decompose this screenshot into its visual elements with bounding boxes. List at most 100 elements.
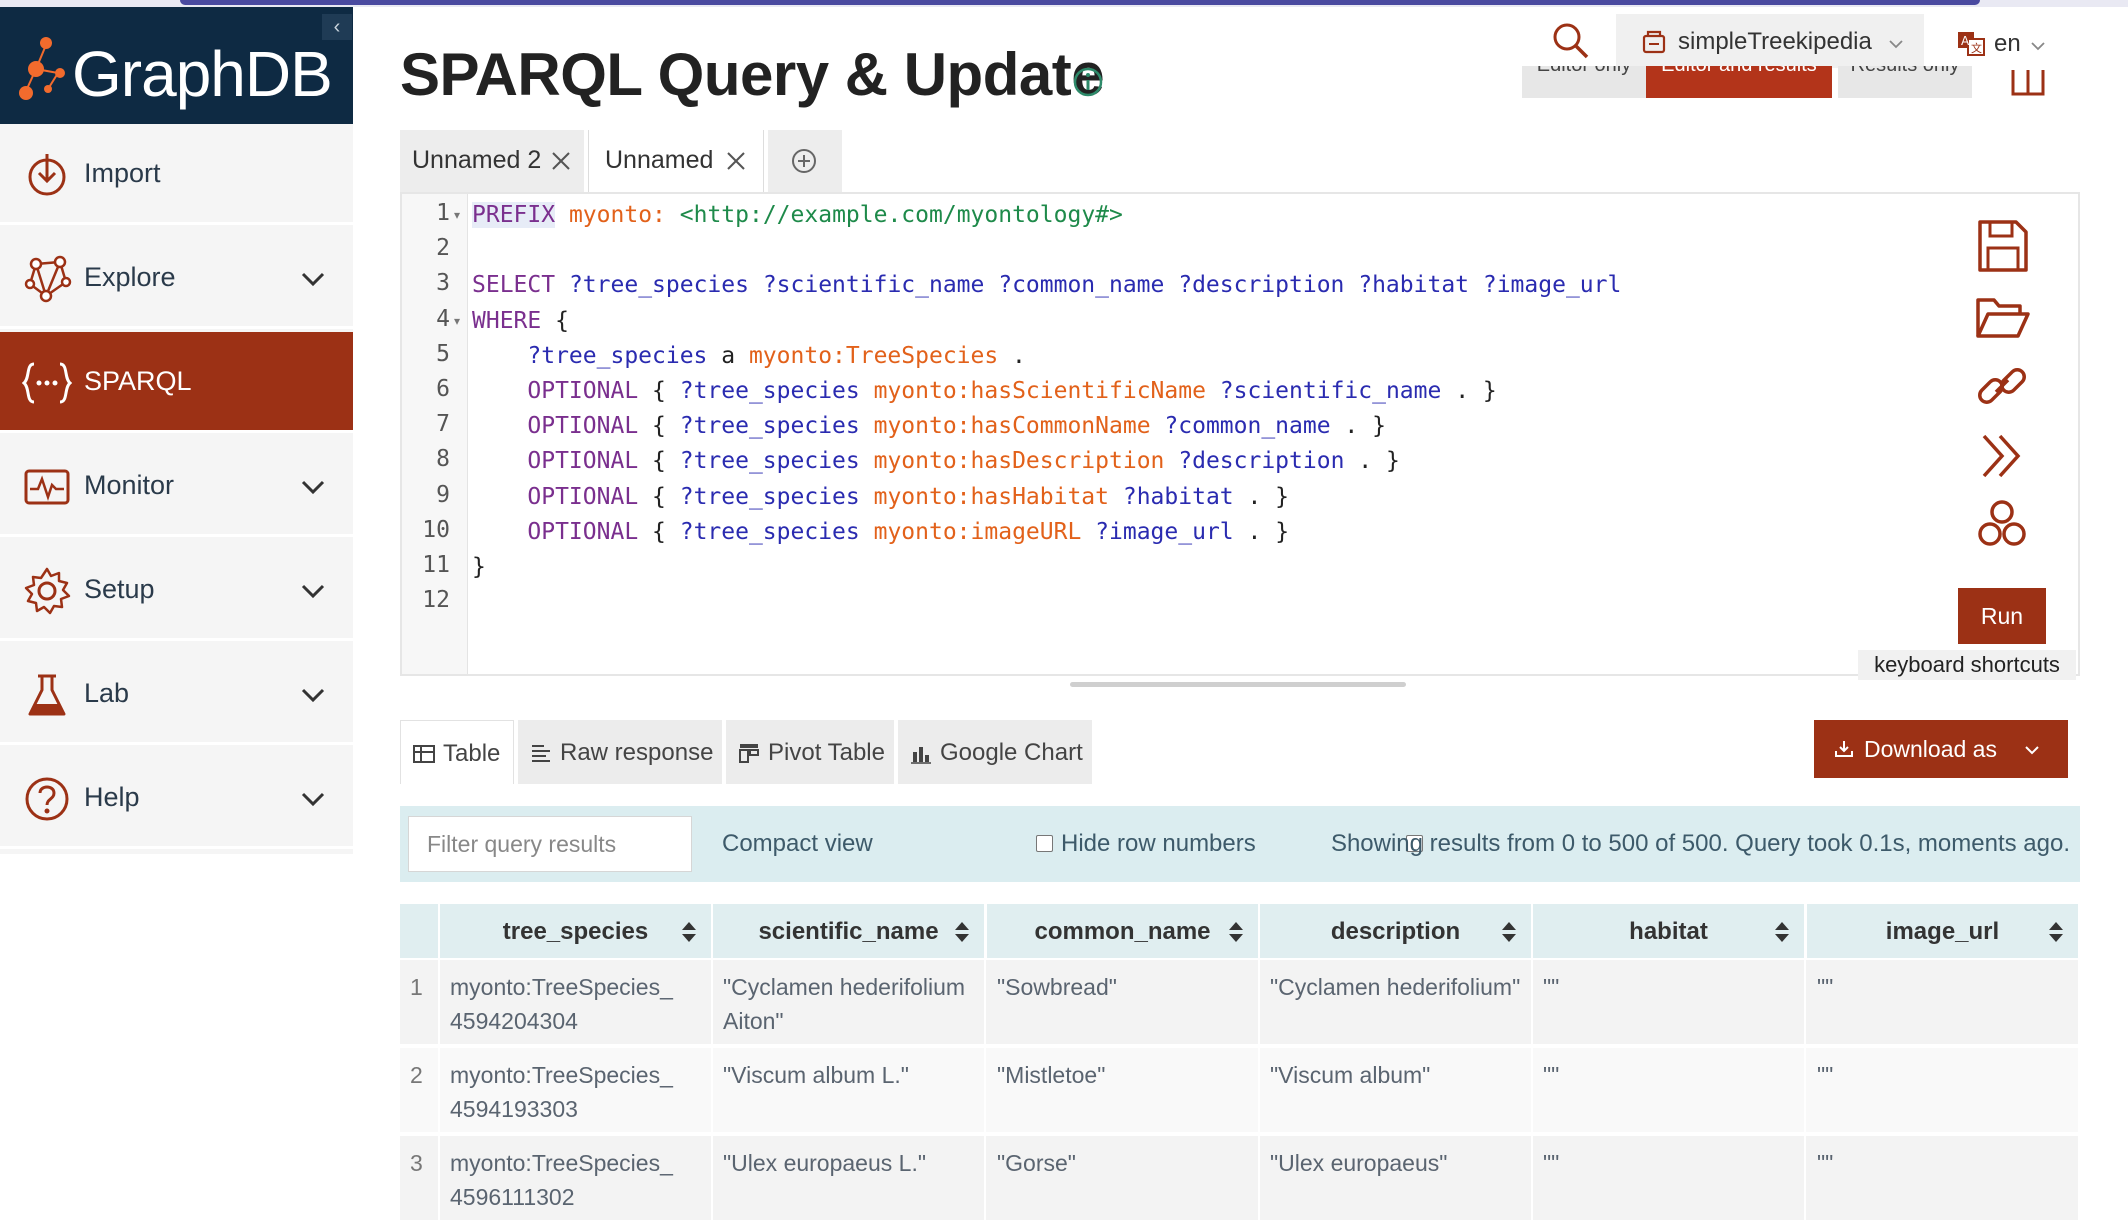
table-cell-description: "Ulex europaeus" bbox=[1260, 1136, 1533, 1222]
code-line[interactable]: SELECT ?tree_species ?scientific_name ?c… bbox=[472, 268, 1621, 303]
table-row[interactable]: 2 myonto:TreeSpecies_ 4594193303 "Viscum a… bbox=[400, 1048, 2080, 1134]
code-token: OPTIONAL bbox=[527, 483, 639, 510]
code-token: { bbox=[638, 378, 680, 404]
code-line[interactable]: PREFIX myonto: <http://example.com/myont… bbox=[472, 198, 1123, 233]
sidebar-item-explore[interactable]: Explore bbox=[0, 228, 353, 329]
code-token: . } bbox=[1233, 518, 1290, 545]
table-row[interactable]: 3 myonto:TreeSpecies_ 4596111302 "Ulex eur… bbox=[400, 1136, 2080, 1222]
code-line[interactable]: OPTIONAL { ?tree_species myonto:hasScien… bbox=[472, 374, 1497, 409]
sort-icon[interactable] bbox=[1228, 921, 1244, 943]
sidebar-item-sparql[interactable]: SPARQL bbox=[0, 332, 353, 433]
table-cell-scientific-name: "Ulex europaeus L." bbox=[713, 1136, 986, 1222]
brand-header[interactable]: GraphDB bbox=[0, 7, 353, 124]
tab-google-chart[interactable]: Google Chart bbox=[898, 720, 1092, 784]
collapse-sidebar-button[interactable]: ‹ bbox=[322, 14, 352, 40]
tab-table[interactable]: Table bbox=[400, 720, 514, 784]
fold-toggle-icon[interactable]: ▾ bbox=[454, 314, 460, 328]
column-header-tree-species[interactable]: tree_species bbox=[440, 904, 713, 958]
code-token: . bbox=[998, 342, 1026, 369]
close-icon[interactable] bbox=[725, 150, 747, 172]
toggle-label: Editor and results bbox=[1646, 66, 1832, 77]
repository-selector[interactable]: simpleTreekipedia bbox=[1616, 14, 1924, 68]
line-number: 1 bbox=[436, 200, 450, 226]
tab-pivot-table[interactable]: Pivot Table bbox=[726, 720, 894, 784]
sidebar-item-import[interactable]: Import bbox=[0, 124, 353, 225]
code-line[interactable]: WHERE { bbox=[472, 304, 569, 339]
table-cell-habitat: "" bbox=[1533, 960, 1806, 1046]
filter-query-results-input[interactable] bbox=[408, 816, 692, 872]
column-header-habitat[interactable]: habitat bbox=[1533, 904, 1806, 958]
info-icon[interactable] bbox=[1072, 66, 1104, 98]
line-number: 10 bbox=[422, 516, 450, 543]
keyboard-shortcuts-link[interactable]: keyboard shortcuts bbox=[1858, 650, 2076, 680]
svg-text:文: 文 bbox=[1971, 41, 1982, 55]
code-line[interactable]: ?tree_species a myonto:TreeSpecies . bbox=[472, 339, 1026, 374]
column-header-image-url[interactable]: image_url bbox=[1807, 904, 2080, 958]
compact-view-checkbox[interactable] bbox=[1036, 835, 1053, 852]
sort-icon[interactable] bbox=[2048, 921, 2064, 943]
search-icon[interactable] bbox=[1550, 20, 1590, 60]
sidebar-item-lab[interactable]: Lab bbox=[0, 644, 353, 745]
results-table: tree_species scientific_name common_name de… bbox=[400, 904, 2080, 1226]
editor-only-toggle[interactable]: Editor only bbox=[1522, 66, 1646, 98]
tab-label: Google Chart bbox=[940, 739, 1083, 766]
code-token: ?tree_species ?scientific_name ?common_n… bbox=[568, 272, 1622, 299]
chevrons-right-icon[interactable] bbox=[1972, 426, 2032, 486]
code-line[interactable]: OPTIONAL { ?tree_species myonto:hasCommo… bbox=[472, 409, 1386, 444]
tab-raw-response[interactable]: Raw response bbox=[518, 720, 722, 784]
sort-icon[interactable] bbox=[1501, 921, 1517, 943]
bar-chart-icon bbox=[911, 747, 931, 764]
code-token: . } bbox=[1441, 378, 1497, 404]
editor-and-results-toggle[interactable]: Editor and results bbox=[1646, 66, 1832, 98]
results-only-toggle[interactable]: Results only bbox=[1838, 66, 1972, 98]
sidebar-item-label: Import bbox=[84, 158, 161, 188]
sidebar-item-monitor[interactable]: Monitor bbox=[0, 436, 353, 537]
folder-open-icon[interactable] bbox=[1972, 288, 2032, 348]
column-header-common-name[interactable]: common_name bbox=[987, 904, 1260, 958]
table-cell-tree-species[interactable]: myonto:TreeSpecies_ 4596111302 bbox=[440, 1136, 713, 1222]
close-icon[interactable] bbox=[550, 150, 572, 172]
column-header-description[interactable]: description bbox=[1260, 904, 1533, 958]
sort-icon[interactable] bbox=[681, 921, 697, 943]
table-cell-tree-species[interactable]: myonto:TreeSpecies_ 4594193303 bbox=[440, 1048, 713, 1134]
line-number: 11 bbox=[422, 552, 450, 578]
table-row[interactable]: 1 myonto:TreeSpecies_ 4594204304 "Cyclamen… bbox=[400, 960, 2080, 1046]
results-status-text: Showing results from 0 to 500 of 500. Qu… bbox=[1330, 830, 2070, 857]
sparql-editor[interactable]: 1 ▾ 2 3 4 ▾ 5 6 7 8 9 10 11 12 PREFIX myonto: <http:/… bbox=[400, 192, 2080, 676]
fold-toggle-icon[interactable]: ▾ bbox=[454, 208, 460, 222]
sidebar-item-setup[interactable]: Setup bbox=[0, 540, 353, 641]
code-token: { bbox=[638, 518, 680, 545]
save-icon[interactable] bbox=[1972, 216, 2032, 276]
chevron-down-icon bbox=[301, 688, 325, 703]
sidebar-item-help[interactable]: Help bbox=[0, 748, 353, 849]
row-number: 3 bbox=[400, 1136, 440, 1222]
language-code: en bbox=[1994, 30, 2021, 57]
code-line[interactable]: OPTIONAL { ?tree_species myonto:hasHabit… bbox=[472, 480, 1289, 515]
add-query-tab-button[interactable] bbox=[768, 130, 842, 192]
circles-icon[interactable] bbox=[1972, 494, 2032, 554]
code-line[interactable]: OPTIONAL { ?tree_species myonto:imageURL… bbox=[472, 515, 1289, 550]
sort-icon[interactable] bbox=[954, 921, 970, 943]
graphdb-logo-icon bbox=[19, 37, 65, 100]
sort-icon[interactable] bbox=[1774, 921, 1790, 943]
query-tab-unnamed[interactable]: Unnamed bbox=[588, 130, 764, 192]
editor-resize-handle[interactable] bbox=[1070, 682, 1406, 687]
column-header-scientific-name[interactable]: scientific_name bbox=[713, 904, 986, 958]
download-as-button[interactable]: Download as bbox=[1814, 720, 2068, 778]
repository-icon bbox=[1642, 30, 1666, 54]
language-selector[interactable]: A 文 en bbox=[1956, 28, 2056, 62]
link-icon[interactable] bbox=[1972, 356, 2032, 416]
table-header-row-number bbox=[400, 904, 440, 958]
code-line[interactable]: OPTIONAL { ?tree_species myonto:hasDescr… bbox=[472, 444, 1399, 479]
run-button[interactable]: Run bbox=[1958, 588, 2046, 644]
code-token: WHERE bbox=[472, 307, 542, 334]
query-tab-unnamed-2[interactable]: Unnamed 2 bbox=[400, 130, 584, 192]
code-token: myonto: bbox=[568, 202, 666, 228]
code-line[interactable]: } bbox=[472, 550, 486, 585]
layout-orientation-icon[interactable] bbox=[2010, 70, 2046, 98]
chevron-down-icon bbox=[2031, 42, 2045, 51]
table-cell-tree-species[interactable]: myonto:TreeSpecies_ 4594204304 bbox=[440, 960, 713, 1046]
